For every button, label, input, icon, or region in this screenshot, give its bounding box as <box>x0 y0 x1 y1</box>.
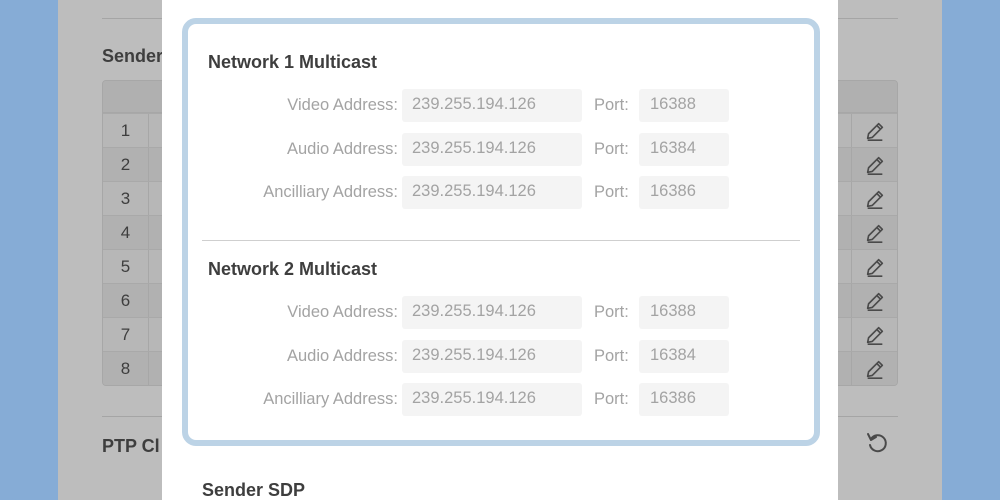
ancillary-address-label: Ancilliary Address: <box>263 183 398 201</box>
network1-audio-row: Audio Address: 239.255.194.126 Port: 163… <box>208 133 804 166</box>
video-address-label: Video Address: <box>287 303 398 321</box>
network2-video-port-field[interactable]: 16388 <box>639 296 729 329</box>
pencil-icon <box>866 326 883 345</box>
edit-button[interactable] <box>851 250 897 284</box>
video-address-label: Video Address: <box>287 96 398 114</box>
port-label: Port: <box>594 303 629 321</box>
device-frame: Sender 1 2 3 4 5 6 7 8 PTP Cl Network 1 … <box>0 0 1000 500</box>
network1-multicast-section: Network 1 Multicast Video Address: 239.2… <box>208 52 804 209</box>
row-number: 6 <box>103 284 149 318</box>
edit-button[interactable] <box>851 284 897 318</box>
row-number: 8 <box>103 352 149 385</box>
row-number: 2 <box>103 148 149 182</box>
ptp-clock-heading: PTP Cl <box>102 436 160 456</box>
edit-button[interactable] <box>851 216 897 250</box>
multicast-settings-box: Network 1 Multicast Video Address: 239.2… <box>182 18 820 446</box>
network2-audio-address-field[interactable]: 239.255.194.126 <box>402 340 582 373</box>
edit-button[interactable] <box>851 318 897 352</box>
row-number: 7 <box>103 318 149 352</box>
network1-video-port-field[interactable]: 16388 <box>639 89 729 122</box>
network2-audio-row: Audio Address: 239.255.194.126 Port: 163… <box>208 340 804 373</box>
network2-video-row: Video Address: 239.255.194.126 Port: 163… <box>208 296 804 329</box>
network2-ancillary-port-field[interactable]: 16386 <box>639 383 729 416</box>
row-number: 5 <box>103 250 149 284</box>
row-number: 3 <box>103 182 149 216</box>
network2-multicast-title: Network 2 Multicast <box>208 259 378 279</box>
network1-video-row: Video Address: 239.255.194.126 Port: 163… <box>208 89 804 122</box>
port-label: Port: <box>594 96 629 114</box>
network1-ancillary-row: Ancilliary Address: 239.255.194.126 Port… <box>208 176 804 209</box>
port-label: Port: <box>594 347 629 365</box>
sender-settings-modal: Network 1 Multicast Video Address: 239.2… <box>162 0 838 500</box>
audio-address-label: Audio Address: <box>287 347 398 365</box>
edit-button[interactable] <box>851 114 897 148</box>
port-label: Port: <box>594 390 629 408</box>
edit-button[interactable] <box>851 352 897 385</box>
refresh-button[interactable] <box>864 430 890 456</box>
row-number: 1 <box>103 114 149 148</box>
pencil-icon <box>866 224 883 243</box>
network1-ancillary-port-field[interactable]: 16386 <box>639 176 729 209</box>
port-label: Port: <box>594 183 629 201</box>
audio-address-label: Audio Address: <box>287 140 398 158</box>
network2-multicast-section: Network 2 Multicast Video Address: 239.2… <box>208 259 804 416</box>
sender-sdp-title: Sender SDP <box>202 480 306 500</box>
network1-multicast-title: Network 1 Multicast <box>208 52 378 72</box>
network1-audio-address-field[interactable]: 239.255.194.126 <box>402 133 582 166</box>
network1-audio-port-field[interactable]: 16384 <box>639 133 729 166</box>
row-number: 4 <box>103 216 149 250</box>
pencil-icon <box>866 190 883 209</box>
network1-ancillary-address-field[interactable]: 239.255.194.126 <box>402 176 582 209</box>
network2-audio-port-field[interactable]: 16384 <box>639 340 729 373</box>
port-label: Port: <box>594 140 629 158</box>
refresh-icon <box>867 433 887 453</box>
network2-ancillary-row: Ancilliary Address: 239.255.194.126 Port… <box>208 383 804 416</box>
pencil-icon <box>866 258 883 277</box>
ancillary-address-label: Ancilliary Address: <box>263 390 398 408</box>
pencil-icon <box>866 360 883 379</box>
senders-heading: Sender <box>102 46 164 66</box>
pencil-icon <box>866 292 883 311</box>
network2-video-address-field[interactable]: 239.255.194.126 <box>402 296 582 329</box>
network1-video-address-field[interactable]: 239.255.194.126 <box>402 89 582 122</box>
edit-button[interactable] <box>851 182 897 216</box>
pencil-icon <box>866 122 883 141</box>
section-divider <box>202 240 800 241</box>
edit-button[interactable] <box>851 148 897 182</box>
pencil-icon <box>866 156 883 175</box>
network2-ancillary-address-field[interactable]: 239.255.194.126 <box>402 383 582 416</box>
